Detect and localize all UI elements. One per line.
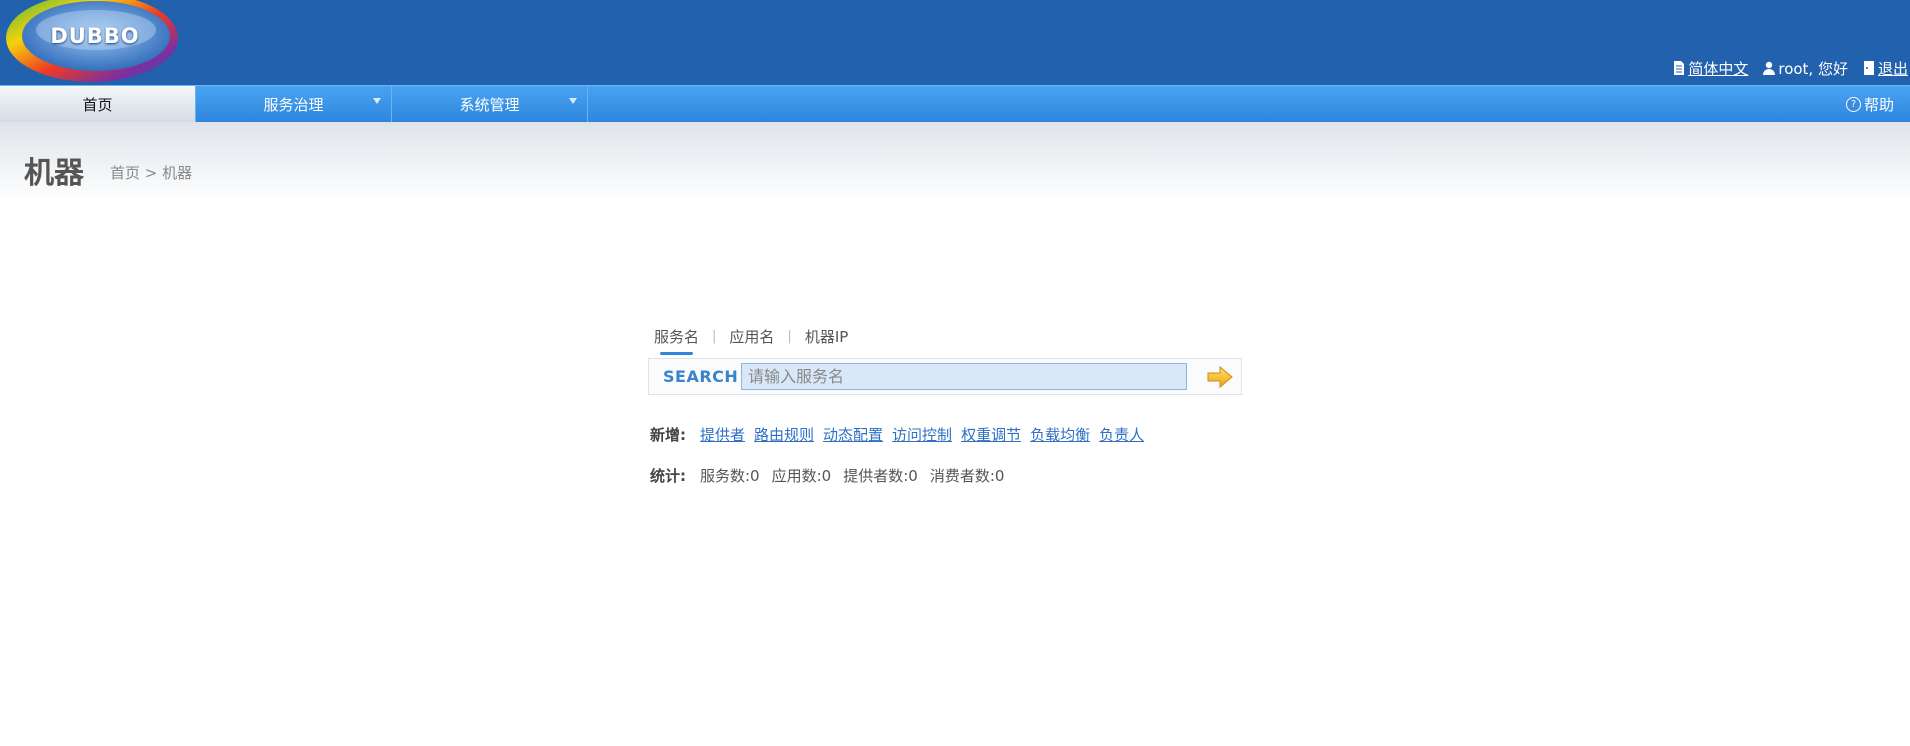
- add-access-control-link[interactable]: 访问控制: [892, 424, 952, 445]
- dubbo-logo[interactable]: DUBBO: [0, 0, 185, 82]
- caret-down-icon: [569, 98, 577, 104]
- tab-separator: |: [787, 329, 792, 344]
- nav-tab-service-governance[interactable]: 服务治理: [196, 86, 392, 122]
- user-bar: 简体中文 root, 您好 退出: [1658, 56, 1908, 80]
- stats-label: 统计:: [650, 467, 686, 485]
- top-header: DUBBO 简体中文 root, 您好 退出: [0, 0, 1910, 85]
- title-band: [0, 122, 1910, 202]
- logo-text: DUBBO: [50, 24, 140, 48]
- tab-separator: |: [712, 329, 717, 344]
- add-label: 新增:: [650, 426, 686, 444]
- search-tab-machine-ip[interactable]: 机器IP: [805, 326, 848, 347]
- nav-tab-system-management[interactable]: 系统管理: [392, 86, 588, 122]
- logout-link[interactable]: 退出: [1878, 58, 1908, 79]
- nav-tab-home[interactable]: 首页: [0, 86, 196, 122]
- stat-applications: 应用数:0: [771, 467, 832, 485]
- main-nav: 首页 服务治理 系统管理 ? 帮助: [0, 85, 1910, 122]
- add-shortcuts: 新增: 提供者 路由规则 动态配置 访问控制 权重调节 负载均衡 负责人: [650, 424, 1153, 445]
- statistics: 统计: 服务数:0 应用数:0 提供者数:0 消费者数:0: [650, 465, 1016, 486]
- nav-tab-label: 首页: [82, 95, 113, 114]
- breadcrumb: 首页 > 机器: [110, 164, 193, 182]
- search-type-tabs: 服务名 | 应用名 | 机器IP: [654, 326, 848, 355]
- user-icon: [1763, 61, 1776, 75]
- stat-services: 服务数:0: [700, 467, 760, 485]
- page-title: 机器: [24, 156, 84, 191]
- language-link[interactable]: 简体中文: [1688, 58, 1748, 79]
- question-icon: ?: [1845, 96, 1861, 112]
- search-tab-service[interactable]: 服务名: [654, 326, 699, 355]
- arrow-right-icon[interactable]: [1205, 364, 1235, 390]
- add-dynamic-config-link[interactable]: 动态配置: [823, 424, 883, 445]
- nav-tab-label: 系统管理: [459, 95, 520, 114]
- help-label: 帮助: [1863, 95, 1894, 114]
- nav-tab-label: 服务治理: [263, 95, 324, 114]
- help-link[interactable]: ? 帮助: [1845, 86, 1894, 122]
- add-owner-link[interactable]: 负责人: [1099, 424, 1144, 445]
- search-label: SEARCH: [663, 367, 739, 386]
- add-provider-link[interactable]: 提供者: [700, 424, 745, 445]
- user-greeting: root, 您好: [1762, 58, 1848, 79]
- door-icon: [1863, 61, 1874, 75]
- add-weight-link[interactable]: 权重调节: [961, 424, 1021, 445]
- stat-providers: 提供者数:0: [843, 467, 918, 485]
- greeting-text: root, 您好: [1778, 59, 1848, 78]
- search-box: SEARCH: [648, 358, 1242, 395]
- add-load-balance-link[interactable]: 负载均衡: [1030, 424, 1090, 445]
- add-route-link[interactable]: 路由规则: [754, 424, 814, 445]
- document-icon: [1674, 61, 1685, 75]
- search-input[interactable]: [741, 363, 1187, 390]
- logout[interactable]: 退出: [1862, 58, 1908, 79]
- language-switch[interactable]: 简体中文: [1672, 58, 1748, 79]
- stat-consumers: 消费者数:0: [929, 467, 1005, 485]
- search-tab-application[interactable]: 应用名: [729, 326, 774, 347]
- caret-down-icon: [373, 98, 381, 104]
